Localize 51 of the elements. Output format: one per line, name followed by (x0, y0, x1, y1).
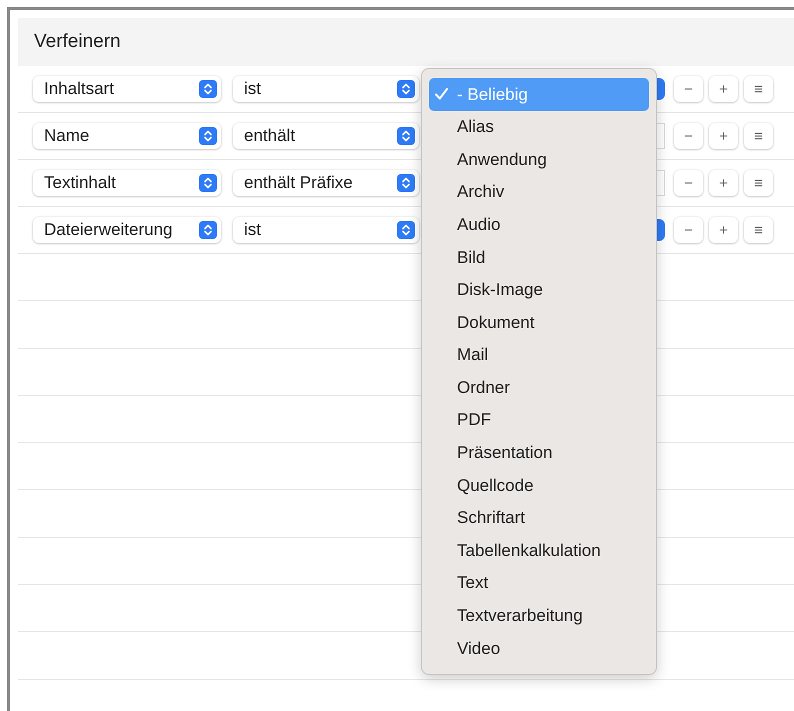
attribute-popup[interactable]: Inhaltsart (33, 76, 221, 102)
value-field-edge[interactable] (657, 123, 665, 149)
add-button[interactable]: + (709, 170, 738, 196)
attribute-popup[interactable]: Name (33, 123, 221, 149)
group-button[interactable]: ≡ (744, 170, 773, 196)
menu-item[interactable]: Präsentation (429, 436, 649, 470)
menu-item[interactable]: Ordner (429, 371, 649, 404)
group-button[interactable]: ≡ (744, 217, 773, 243)
add-button[interactable]: + (709, 123, 738, 149)
menu-item[interactable]: Bild (429, 240, 649, 274)
menu-item[interactable]: Audio (429, 208, 649, 241)
stepper-icon (199, 80, 217, 98)
stepper-icon (397, 174, 415, 192)
add-button[interactable]: + (709, 217, 738, 243)
add-button[interactable]: + (709, 76, 738, 102)
operator-popup[interactable]: ist (233, 76, 419, 102)
stepper-icon (199, 174, 217, 192)
stepper-icon (397, 127, 415, 145)
checkmark-icon (435, 88, 448, 100)
stepper-icon (199, 127, 217, 145)
menu-item[interactable]: Video (429, 632, 649, 665)
menu-item[interactable]: Alias (429, 110, 649, 144)
menu-item[interactable]: Quellcode (429, 469, 649, 502)
menu-item[interactable]: Dokument (429, 306, 649, 339)
group-button[interactable]: ≡ (744, 123, 773, 149)
value-popup-edge[interactable] (657, 219, 665, 241)
remove-button[interactable]: − (674, 170, 703, 196)
operator-popup[interactable]: ist (233, 217, 419, 243)
remove-button[interactable]: − (674, 123, 703, 149)
stepper-icon (397, 221, 415, 239)
section-title: Verfeinern (34, 30, 121, 54)
menu-item[interactable]: Tabellenkalkulation (429, 534, 649, 567)
operator-popup[interactable]: enthält Präfixe (233, 170, 419, 196)
attribute-popup[interactable]: Dateierweiterung (33, 217, 221, 243)
stepper-icon (397, 80, 415, 98)
menu-item[interactable]: Anwendung (429, 143, 649, 176)
stepper-icon (199, 221, 217, 239)
menu-item[interactable]: Mail (429, 338, 649, 372)
attribute-popup[interactable]: Textinhalt (33, 170, 221, 196)
menu-item[interactable]: PDF (429, 404, 649, 437)
menu-item[interactable]: Text (429, 566, 649, 600)
menu-item[interactable]: Archiv (429, 176, 649, 208)
value-popup-edge[interactable] (657, 78, 665, 100)
remove-button[interactable]: − (674, 217, 703, 243)
remove-button[interactable]: − (674, 76, 703, 102)
menu-item[interactable]: Textverarbeitung (429, 600, 649, 632)
menu-item[interactable]: Schriftart (429, 502, 649, 534)
group-button[interactable]: ≡ (744, 76, 773, 102)
value-field-edge[interactable] (657, 170, 665, 196)
operator-popup[interactable]: enthält (233, 123, 419, 149)
menu-item[interactable]: Disk-Image (429, 274, 649, 306)
